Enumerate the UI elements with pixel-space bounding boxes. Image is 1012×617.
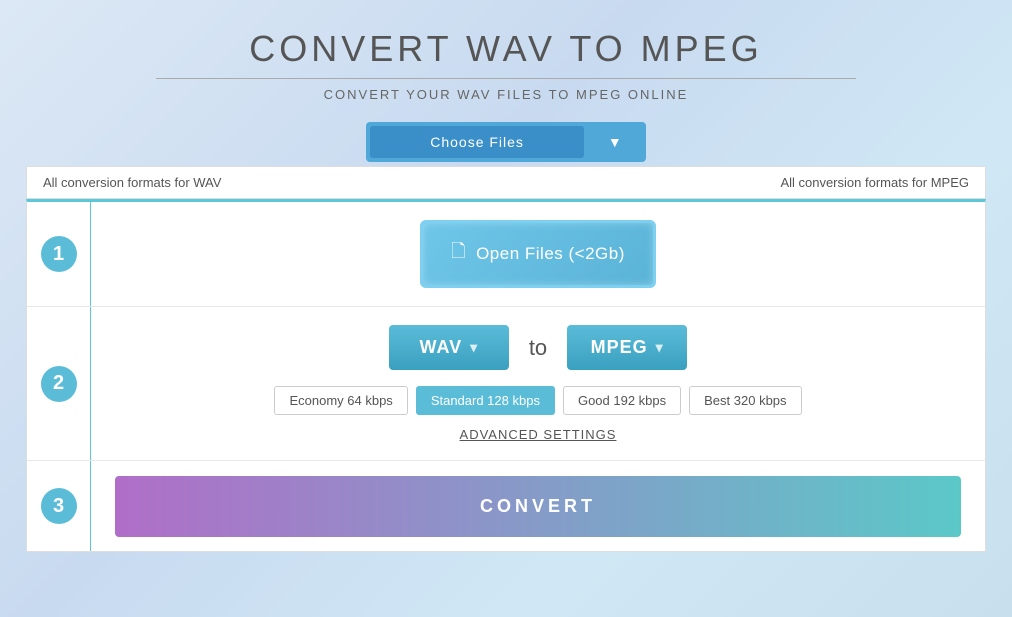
step-2-number: 2 bbox=[27, 307, 91, 460]
quality-economy-button[interactable]: Economy 64 kbps bbox=[274, 386, 407, 415]
to-label: to bbox=[529, 335, 547, 361]
to-format-label: MPEG bbox=[591, 337, 648, 358]
page-title: CONVERT WAV TO MPEG bbox=[0, 28, 1012, 70]
open-files-label: Open Files (<2Gb) bbox=[476, 244, 625, 264]
quality-standard-button[interactable]: Standard 128 kbps bbox=[416, 386, 555, 415]
from-format-button[interactable]: WAV ▾ bbox=[389, 325, 509, 370]
quality-options: Economy 64 kbps Standard 128 kbps Good 1… bbox=[274, 386, 801, 415]
step-1-circle: 1 bbox=[41, 236, 77, 272]
choose-files-button[interactable]: Choose Files bbox=[370, 126, 584, 158]
step-2-circle: 2 bbox=[41, 366, 77, 402]
from-format-chevron: ▾ bbox=[470, 339, 478, 356]
open-files-button[interactable]: 🗋 Open Files (<2Gb) bbox=[420, 220, 656, 288]
step-3-row: 3 CONVERT bbox=[27, 461, 985, 551]
file-icon: 🗋 bbox=[451, 239, 466, 269]
mpeg-formats-link[interactable]: All conversion formats for MPEG bbox=[780, 175, 969, 190]
quality-best-button[interactable]: Best 320 kbps bbox=[689, 386, 801, 415]
step-1-content: 🗋 Open Files (<2Gb) bbox=[91, 202, 985, 306]
to-format-chevron: ▾ bbox=[656, 339, 664, 356]
step-1-number: 1 bbox=[27, 202, 91, 306]
quality-good-button[interactable]: Good 192 kbps bbox=[563, 386, 681, 415]
main-content: 1 🗋 Open Files (<2Gb) 2 WAV ▾ bbox=[26, 199, 986, 552]
step-1-row: 1 🗋 Open Files (<2Gb) bbox=[27, 202, 985, 307]
page-header: CONVERT WAV TO MPEG CONVERT YOUR WAV FIL… bbox=[0, 0, 1012, 122]
divider bbox=[156, 78, 856, 79]
subtitle: CONVERT YOUR WAV FILES TO MPEG ONLINE bbox=[0, 87, 1012, 102]
step-2-content: WAV ▾ to MPEG ▾ Economy 64 kbps Standard… bbox=[91, 307, 985, 460]
step-3-circle: 3 bbox=[41, 488, 77, 524]
convert-button[interactable]: CONVERT bbox=[115, 476, 961, 537]
from-format-label: WAV bbox=[419, 337, 462, 358]
to-format-button[interactable]: MPEG ▾ bbox=[567, 325, 687, 370]
wav-formats-link[interactable]: All conversion formats for WAV bbox=[43, 175, 221, 190]
step-3-number: 3 bbox=[27, 461, 91, 551]
format-tabs-bar: All conversion formats for WAV All conve… bbox=[26, 166, 986, 199]
advanced-settings-link[interactable]: ADVANCED SETTINGS bbox=[460, 427, 617, 442]
step-3-content: CONVERT bbox=[91, 461, 985, 551]
format-selector-row: WAV ▾ to MPEG ▾ bbox=[389, 325, 687, 370]
upload-more-button[interactable]: ▼ bbox=[588, 126, 642, 158]
step-2-row: 2 WAV ▾ to MPEG ▾ Economy 64 kbps Sta bbox=[27, 307, 985, 461]
upload-bar: Choose Files ▼ bbox=[366, 122, 646, 162]
